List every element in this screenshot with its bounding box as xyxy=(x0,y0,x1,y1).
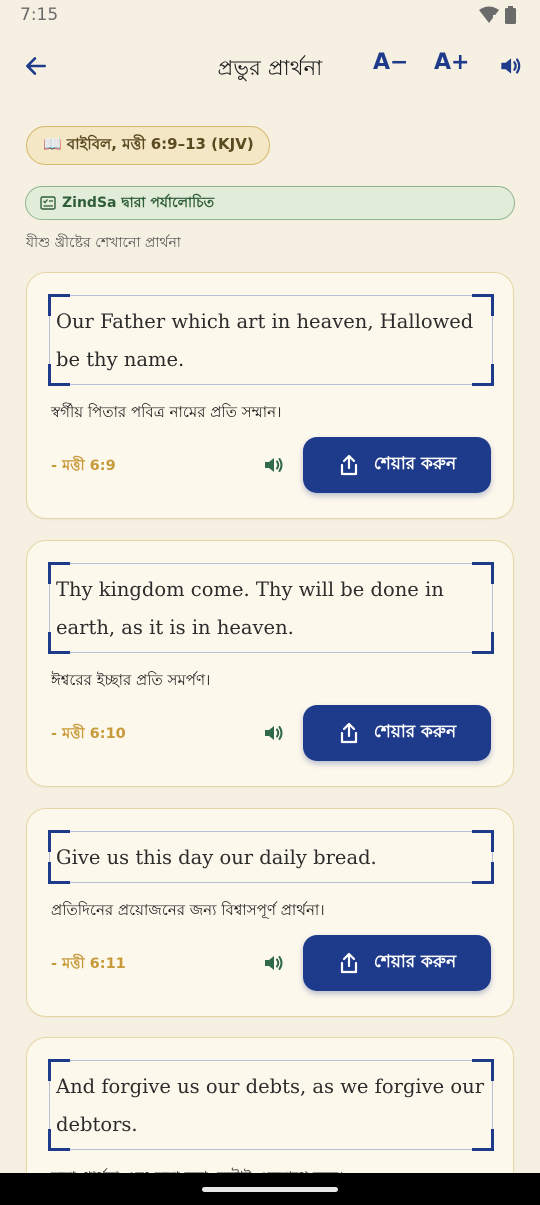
verse-card: Give us this day our daily bread. প্রতিদ… xyxy=(26,808,514,1017)
share-button[interactable]: শেয়ার করুন xyxy=(303,705,491,761)
decrease-font-button[interactable]: A− xyxy=(373,50,408,75)
system-navigation-bar xyxy=(0,1173,540,1205)
share-button-label: শেয়ার করুন xyxy=(373,952,457,972)
review-checklist-icon xyxy=(40,196,56,210)
verse-reference: - মত্তী 6:9 xyxy=(51,458,116,474)
verse-quote-frame: And forgive us our debts, as we forgive … xyxy=(48,1059,494,1151)
verse-reference: - মত্তী 6:11 xyxy=(51,956,126,972)
share-button[interactable]: শেয়ার করুন xyxy=(303,935,491,991)
verse-quote-frame: Give us this day our daily bread. xyxy=(48,830,494,884)
wifi-icon xyxy=(479,6,499,23)
verse-quote-frame: Our Father which art in heaven, Hallowed… xyxy=(48,294,494,386)
verse-english-text: And forgive us our debts, as we forgive … xyxy=(56,1075,485,1136)
verse-speak-button[interactable] xyxy=(259,719,287,747)
verse-speak-button[interactable] xyxy=(259,451,287,479)
share-button-label: শেয়ার করুন xyxy=(373,722,457,742)
page-subtitle: যীশু খ্রীষ্টের শেখানো প্রার্থনা xyxy=(26,235,181,251)
verse-bengali-text: স্বর্গীয় পিতার পবিত্র নামের প্রতি সম্মা… xyxy=(51,403,282,421)
verse-card: Thy kingdom come. Thy will be done in ea… xyxy=(26,540,514,787)
increase-font-button[interactable]: A+ xyxy=(434,50,469,75)
share-icon xyxy=(340,722,357,744)
status-time: 7:15 xyxy=(20,5,59,25)
verse-bengali-text: ঈশ্বরের ইচ্ছার প্রতি সমর্পণ। xyxy=(51,671,211,689)
verse-bengali-text: প্রতিদিনের প্রয়োজনের জন্য বিশ্বাসপূর্ণ … xyxy=(51,901,325,919)
verse-card: Our Father which art in heaven, Hallowed… xyxy=(26,272,514,519)
scripture-reference-badge: 📖 বাইবিল, মত্তী 6:9–13 (KJV) xyxy=(26,126,270,165)
reviewed-by-label: ZindSa দ্বারা পর্যালোচিত xyxy=(62,195,215,211)
reviewed-by-badge: ZindSa দ্বারা পর্যালোচিত xyxy=(25,186,515,220)
verse-reference: - মত্তী 6:10 xyxy=(51,726,126,742)
home-gesture-handle[interactable] xyxy=(202,1187,338,1192)
speaker-icon xyxy=(265,458,283,472)
battery-icon xyxy=(505,6,516,24)
verse-english-text: Our Father which art in heaven, Hallowed… xyxy=(56,310,474,371)
speaker-icon xyxy=(501,58,521,74)
status-bar: 7:15 xyxy=(0,0,540,30)
read-aloud-button[interactable] xyxy=(490,44,530,88)
share-icon xyxy=(340,454,357,476)
verse-english-text: Thy kingdom come. Thy will be done in ea… xyxy=(56,578,444,639)
app-bar: প্রভুর প্রার্থনা A− A+ xyxy=(0,40,540,92)
speaker-icon xyxy=(265,956,283,970)
verse-english-text: Give us this day our daily bread. xyxy=(56,846,377,869)
share-button[interactable]: শেয়ার করুন xyxy=(303,437,491,493)
share-button-label: শেয়ার করুন xyxy=(373,454,457,474)
share-icon xyxy=(340,952,357,974)
verse-quote-frame: Thy kingdom come. Thy will be done in ea… xyxy=(48,562,494,654)
verse-speak-button[interactable] xyxy=(259,949,287,977)
speaker-icon xyxy=(265,726,283,740)
